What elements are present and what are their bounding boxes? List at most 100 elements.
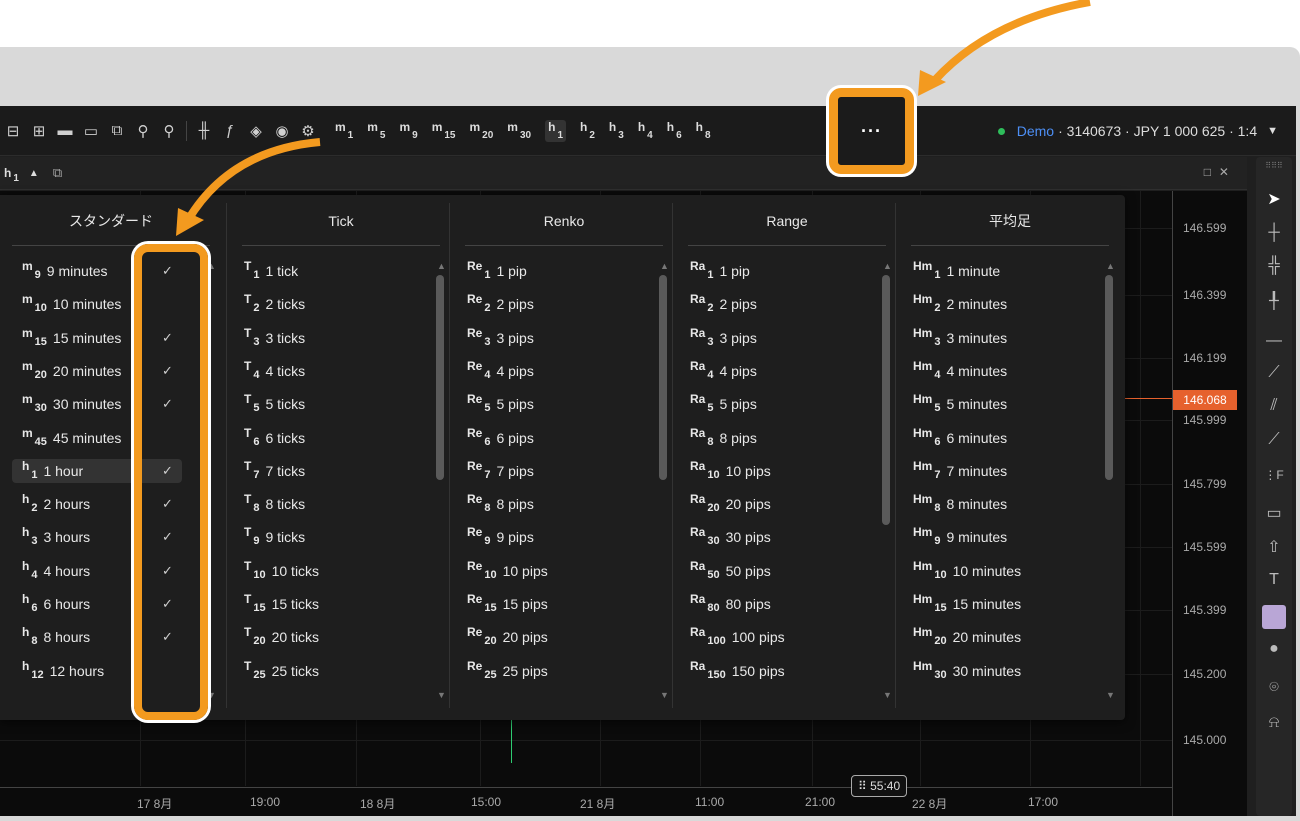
timeframe-option[interactable]: T8 8 ticks bbox=[244, 492, 424, 516]
scrollbar[interactable] bbox=[882, 275, 890, 525]
zoom-in-icon[interactable]: ⚲ bbox=[156, 122, 182, 140]
timeframe-button[interactable]: m 20 bbox=[470, 120, 494, 142]
text-icon[interactable]: T bbox=[1256, 571, 1292, 589]
timeframe-option[interactable]: Ra 4 4 pips bbox=[690, 359, 870, 383]
timeframe-option[interactable]: Re 3 3 pips bbox=[467, 326, 647, 350]
timeframe-option[interactable]: Hm 30 30 minutes bbox=[913, 659, 1093, 683]
timeframe-option[interactable]: Ra 8 8 pips bbox=[690, 426, 870, 450]
drag-handle-icon[interactable]: ⠿⠿⠿ bbox=[1256, 161, 1292, 170]
scrollbar[interactable] bbox=[659, 275, 667, 480]
timeframe-option[interactable]: Hm 7 7 minutes bbox=[913, 459, 1093, 483]
fibonacci-icon[interactable]: ⋮F bbox=[1256, 468, 1292, 482]
chart-settings-icon[interactable]: ⚙ bbox=[295, 122, 321, 140]
timeframe-option[interactable]: Ra 5 5 pips bbox=[690, 392, 870, 416]
indicators-icon[interactable]: ƒ bbox=[217, 122, 243, 139]
scroll-up-icon[interactable]: ▲ bbox=[660, 261, 669, 271]
scroll-down-icon[interactable]: ▼ bbox=[883, 690, 892, 700]
camera-icon[interactable]: ⌾ bbox=[1256, 679, 1292, 697]
arrow-icon[interactable]: ⇧ bbox=[1256, 537, 1292, 557]
timeframe-option[interactable]: Ra 3 3 pips bbox=[690, 326, 870, 350]
timeframe-option[interactable]: Hm 15 15 minutes bbox=[913, 592, 1093, 616]
timeframe-button[interactable]: m 15 bbox=[432, 120, 456, 142]
timeframe-option[interactable]: Hm 8 8 minutes bbox=[913, 492, 1093, 516]
timeframe-option[interactable]: Re 8 8 pips bbox=[467, 492, 647, 516]
color-swatch[interactable] bbox=[1262, 605, 1286, 629]
timeframe-option[interactable]: T7 7 ticks bbox=[244, 459, 424, 483]
scroll-down-icon[interactable]: ▼ bbox=[660, 690, 669, 700]
timeframe-option[interactable]: T 10 10 ticks bbox=[244, 559, 424, 583]
timeframe-option[interactable]: Hm 3 3 minutes bbox=[913, 326, 1093, 350]
timeframe-option[interactable]: Hm 1 1 minute bbox=[913, 259, 1093, 283]
scrollbar[interactable] bbox=[1105, 275, 1113, 480]
eye-icon[interactable]: ◉ bbox=[269, 122, 295, 140]
timeframe-option[interactable]: Ra 10 10 pips bbox=[690, 459, 870, 483]
scroll-up-icon[interactable]: ▲ bbox=[207, 261, 216, 271]
scroll-up-icon[interactable]: ▲ bbox=[883, 261, 892, 271]
account-info[interactable]: Demo · 3140673 · JPY 1 000 625 · 1:4 ▼ bbox=[997, 106, 1278, 156]
add-chart-icon[interactable]: ⧉ bbox=[104, 122, 130, 139]
scroll-down-icon[interactable]: ▼ bbox=[1106, 690, 1115, 700]
timeframe-option[interactable]: Ra 30 30 pips bbox=[690, 525, 870, 549]
timeframe-option[interactable]: Re 20 20 pips bbox=[467, 625, 647, 649]
timeframe-option[interactable]: Hm 20 20 minutes bbox=[913, 625, 1093, 649]
trendline-icon[interactable]: ⟋ bbox=[1256, 364, 1292, 382]
timeframe-option[interactable]: T6 6 ticks bbox=[244, 426, 424, 450]
timeframe-button[interactable]: h8 bbox=[696, 120, 711, 142]
timeframe-button[interactable]: m5 bbox=[367, 120, 385, 142]
timeframe-option[interactable]: T 15 15 ticks bbox=[244, 592, 424, 616]
timeframe-option[interactable]: Ra 80 80 pips bbox=[690, 592, 870, 616]
chart-type-icon[interactable]: ╫ bbox=[191, 122, 217, 139]
timeframe-option[interactable]: Re 9 9 pips bbox=[467, 525, 647, 549]
timeframe-button[interactable]: h3 bbox=[609, 120, 624, 142]
timeframe-option[interactable]: Re 1 1 pip bbox=[467, 259, 647, 283]
price-axis[interactable]: 146.068 146.599 146.399 146.199 145.999 145.… bbox=[1172, 191, 1247, 816]
timeframe-option[interactable]: Hm 10 10 minutes bbox=[913, 559, 1093, 583]
grid-layout-icon[interactable]: ⊞ bbox=[26, 122, 52, 140]
zoom-out-icon[interactable]: ⚲ bbox=[130, 122, 156, 140]
timeframe-option[interactable]: Ra 2 2 pips bbox=[690, 292, 870, 316]
window-controls[interactable]: □✕ bbox=[1204, 165, 1237, 179]
timeframe-option[interactable]: Re 7 7 pips bbox=[467, 459, 647, 483]
timeframe-option[interactable]: Re 2 2 pips bbox=[467, 292, 647, 316]
timeframe-option[interactable]: T 25 25 ticks bbox=[244, 659, 424, 683]
scroll-up-icon[interactable]: ▲ bbox=[1106, 261, 1115, 271]
pitchfork-icon[interactable]: ⟋ bbox=[1256, 431, 1292, 449]
timeframe-button[interactable]: h2 bbox=[580, 120, 595, 142]
crosshair-dotted-icon[interactable]: ╬ bbox=[1256, 257, 1292, 275]
timeframe-option[interactable]: Re 10 10 pips bbox=[467, 559, 647, 583]
timeframe-option[interactable]: Ra 20 20 pips bbox=[690, 492, 870, 516]
timeframe-option[interactable]: Hm 5 5 minutes bbox=[913, 392, 1093, 416]
cursor-icon[interactable]: ➤ bbox=[1256, 189, 1292, 209]
timeframe-option[interactable]: Hm 2 2 minutes bbox=[913, 292, 1093, 316]
crosshair-icon[interactable]: ┼ bbox=[1256, 224, 1292, 242]
timeframe-option[interactable]: Hm 9 9 minutes bbox=[913, 525, 1093, 549]
timeframe-button[interactable]: h4 bbox=[638, 120, 653, 142]
split-layout-icon[interactable]: ▭ bbox=[78, 122, 104, 140]
scroll-up-icon[interactable]: ▲ bbox=[437, 261, 446, 271]
link-icon[interactable]: ⧉ bbox=[53, 165, 62, 181]
timeframe-option[interactable]: Hm 6 6 minutes bbox=[913, 426, 1093, 450]
alert-bell-icon[interactable]: ⍾ bbox=[1256, 714, 1292, 732]
single-layout-icon[interactable]: ▬ bbox=[52, 122, 78, 139]
caret-up-icon[interactable]: ▲ bbox=[29, 168, 39, 179]
timeframe-option[interactable]: T1 1 tick bbox=[244, 259, 424, 283]
layout-icon[interactable]: ⊟ bbox=[0, 122, 26, 140]
timeframe-button[interactable]: m 30 bbox=[507, 120, 531, 142]
time-axis[interactable]: 17 8月 19:00 18 8月 15:00 21 8月 11:00 21:00 22 8月… bbox=[0, 787, 1172, 816]
scrollbar[interactable] bbox=[436, 275, 444, 480]
channel-icon[interactable]: ⫽ bbox=[1256, 397, 1292, 415]
timeframe-option[interactable]: Ra 100 100 pips bbox=[690, 625, 870, 649]
scroll-down-icon[interactable]: ▼ bbox=[207, 690, 216, 700]
line-width-icon[interactable]: ● bbox=[1256, 640, 1292, 658]
chevron-down-icon[interactable]: ▼ bbox=[1267, 125, 1278, 137]
more-button[interactable]: ··· bbox=[829, 88, 914, 174]
timeframe-option[interactable]: T3 3 ticks bbox=[244, 326, 424, 350]
chart-timeframe-code[interactable]: h bbox=[4, 166, 11, 180]
timeframe-option[interactable]: Re 5 5 pips bbox=[467, 392, 647, 416]
timeframe-button[interactable]: m9 bbox=[399, 120, 417, 142]
timeframe-option[interactable]: Ra 150 150 pips bbox=[690, 659, 870, 683]
timeframe-option[interactable]: T5 5 ticks bbox=[244, 392, 424, 416]
timeframe-option[interactable]: Ra 50 50 pips bbox=[690, 559, 870, 583]
timeframe-option[interactable]: Re 15 15 pips bbox=[467, 592, 647, 616]
scroll-down-icon[interactable]: ▼ bbox=[437, 690, 446, 700]
